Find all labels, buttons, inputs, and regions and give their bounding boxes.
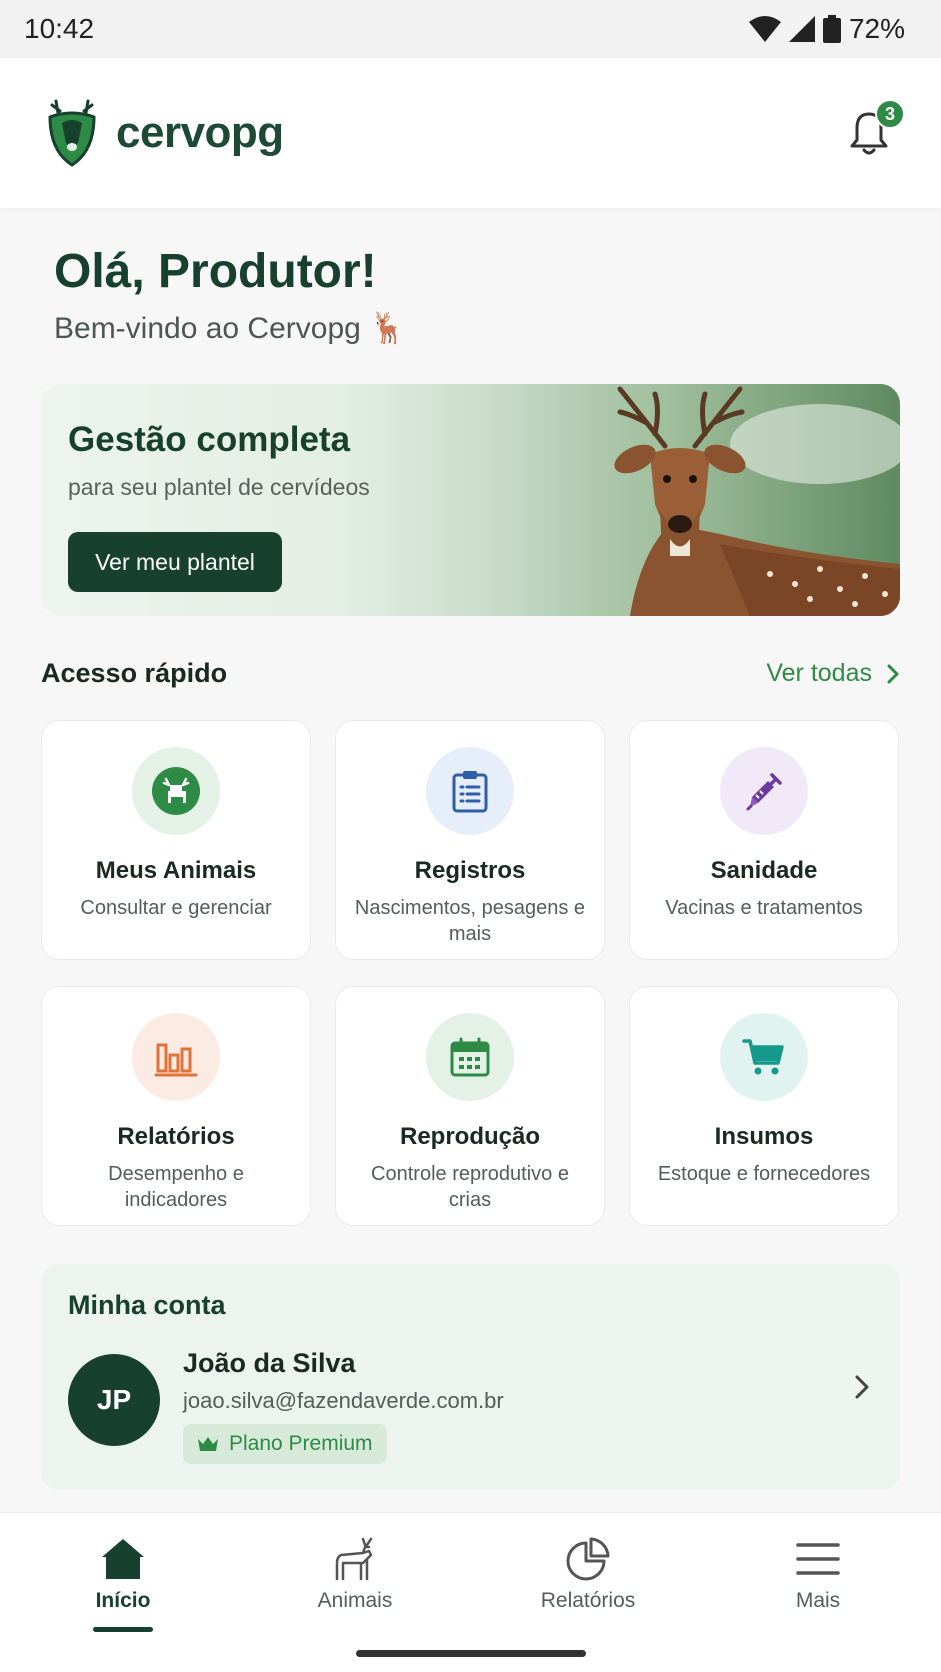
brand[interactable]: cervopg xyxy=(42,99,284,167)
home-icon xyxy=(102,1539,144,1579)
see-all-label: Ver todas xyxy=(766,659,872,687)
deer-emoji: 🦌 xyxy=(369,312,407,345)
menu-icon xyxy=(796,1543,840,1575)
card-title: Insumos xyxy=(714,1123,814,1150)
deer-photo xyxy=(520,384,900,616)
nav-label: Início xyxy=(95,1589,151,1612)
greeting: Olá, Produtor! Bem-vindo ao Cervopg 🦌 xyxy=(54,244,407,346)
status-bar: 10:42 72% xyxy=(0,0,941,58)
card-subtitle: Desempenho e indicadores xyxy=(108,1163,244,1211)
card-reports[interactable]: Relatórios Desempenho e indicadores xyxy=(41,986,311,1226)
battery-icon xyxy=(822,15,841,43)
nav-label: Relatórios xyxy=(540,1589,636,1612)
nav-label: Animais xyxy=(317,1589,393,1612)
hero-banner: Gestão completa para seu plantel de cerv… xyxy=(41,384,900,616)
account-email: joao.silva@fazendaverde.com.br xyxy=(183,1388,504,1413)
hero-title: Gestão completa xyxy=(68,420,351,459)
greeting-title: Olá, Produtor! xyxy=(54,245,377,298)
card-icon-wrap xyxy=(132,747,220,835)
greeting-subtitle-text: Bem-vindo ao Cervopg xyxy=(54,312,361,345)
deer-shield-logo xyxy=(48,99,96,167)
pie-chart-icon xyxy=(566,1537,610,1581)
plan-badge: Plano Premium xyxy=(183,1424,387,1464)
quick-access-title: Acesso rápido xyxy=(41,658,228,688)
card-subtitle: Nascimentos, pesagens e mais xyxy=(354,897,586,945)
greeting-subtitle: Bem-vindo ao Cervopg 🦌 xyxy=(54,311,407,346)
nav-animals[interactable]: Animais xyxy=(265,1537,445,1613)
notifications-button[interactable]: 3 xyxy=(839,99,905,163)
quick-access-header: Acesso rápido Ver todas xyxy=(41,658,900,689)
nav-home[interactable]: Início xyxy=(33,1537,213,1632)
card-subtitle: Consultar e gerenciar xyxy=(80,897,272,919)
card-title: Sanidade xyxy=(710,857,818,884)
home-indicator[interactable] xyxy=(356,1650,586,1657)
card-reproduction[interactable]: Reprodução Controle reprodutivo e crias xyxy=(335,986,605,1226)
card-icon-wrap xyxy=(132,1013,220,1101)
view-herd-button[interactable]: Ver meu plantel xyxy=(68,532,282,592)
battery-level: 72% xyxy=(848,13,905,44)
card-subtitle: Vacinas e tratamentos xyxy=(665,897,863,919)
chevron-right-icon xyxy=(855,1375,869,1399)
status-time: 10:42 xyxy=(24,13,95,44)
chevron-right-icon xyxy=(887,664,899,683)
hero-text: Gestão completa para seu plantel de cerv… xyxy=(68,420,370,501)
account-name: João da Silva xyxy=(183,1348,356,1378)
card-title: Relatórios xyxy=(117,1123,235,1150)
account-card[interactable]: Minha conta JP João da Silva joao.silva@… xyxy=(41,1264,900,1490)
hero-subtitle: para seu plantel de cervídeos xyxy=(68,474,370,500)
bottom-nav: Início Animais Relatórios Mais xyxy=(0,1512,941,1672)
brand-name: cervopg xyxy=(116,108,284,157)
cart-icon xyxy=(742,1039,784,1075)
calendar-icon xyxy=(450,1037,490,1077)
card-subtitle: Controle reprodutivo e crias xyxy=(371,1163,569,1211)
card-title: Registros xyxy=(414,857,526,884)
syringe-icon xyxy=(746,773,782,811)
bar-chart-icon xyxy=(154,1043,198,1077)
crown-icon xyxy=(198,1437,218,1451)
nav-more[interactable]: Mais xyxy=(728,1537,908,1613)
nav-reports[interactable]: Relatórios xyxy=(498,1537,678,1613)
wifi-icon xyxy=(748,16,781,42)
card-health[interactable]: Sanidade Vacinas e tratamentos xyxy=(629,720,899,960)
clipboard-icon xyxy=(452,771,488,813)
avatar: JP xyxy=(68,1354,160,1446)
deer-outline-icon xyxy=(335,1537,373,1581)
card-icon-wrap xyxy=(720,747,808,835)
card-subtitle: Estoque e fornecedores xyxy=(657,1163,871,1185)
account-title: Minha conta xyxy=(68,1290,226,1320)
card-icon-wrap xyxy=(720,1013,808,1101)
plan-label: Plano Premium xyxy=(229,1432,373,1455)
card-title: Meus Animais xyxy=(95,857,257,884)
card-icon-wrap xyxy=(426,1013,514,1101)
nav-label: Mais xyxy=(795,1589,841,1612)
card-supplies[interactable]: Insumos Estoque e fornecedores xyxy=(629,986,899,1226)
deer-icon xyxy=(152,767,200,815)
card-records[interactable]: Registros Nascimentos, pesagens e mais xyxy=(335,720,605,960)
signal-icon xyxy=(788,16,815,42)
notification-badge: 3 xyxy=(875,99,905,129)
card-icon-wrap xyxy=(426,747,514,835)
active-indicator xyxy=(93,1627,153,1632)
quick-access-grid: Meus Animais Consultar e gerenciar Regis… xyxy=(41,720,900,1226)
see-all-link[interactable]: Ver todas xyxy=(766,659,900,688)
card-my-animals[interactable]: Meus Animais Consultar e gerenciar xyxy=(41,720,311,960)
app-header: cervopg 3 xyxy=(0,58,941,208)
status-icons: 72% xyxy=(748,13,905,45)
card-title: Reprodução xyxy=(399,1123,540,1150)
